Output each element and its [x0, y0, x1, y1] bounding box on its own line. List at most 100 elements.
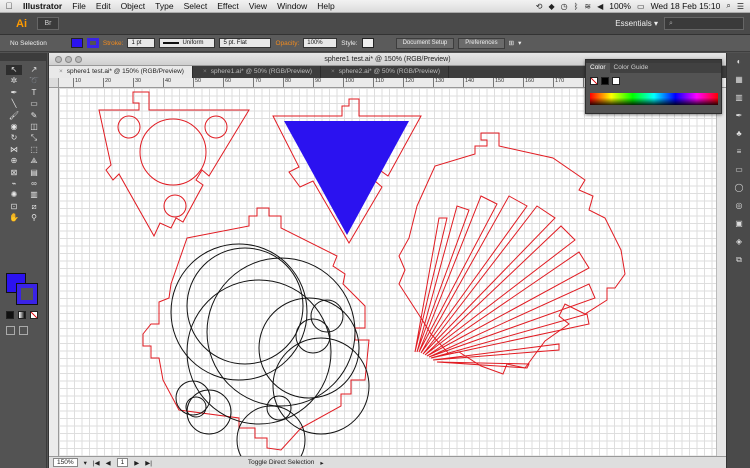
draw-normal-icon[interactable]	[6, 326, 15, 335]
clock-icon[interactable]: ◷	[561, 2, 568, 11]
stroke-label[interactable]: Stroke:	[103, 40, 124, 47]
eyedropper-tool-icon[interactable]: ⌁	[6, 179, 22, 189]
pencil-tool-icon[interactable]: ✎	[26, 111, 42, 121]
paintbrush-tool-icon[interactable]: 🖌	[6, 111, 22, 121]
document-setup-button[interactable]: Document Setup	[395, 37, 455, 49]
workspace-switcher[interactable]: Essentials ▾	[615, 19, 658, 28]
tab-sphere1[interactable]: × sphere1.ai* @ 50% (RGB/Preview)	[193, 66, 321, 78]
minimize-window-icon[interactable]	[65, 56, 72, 63]
ruler-origin[interactable]	[49, 78, 59, 88]
menu-help[interactable]: Help	[312, 1, 339, 11]
circle-shape[interactable]	[175, 380, 211, 416]
stroke-weight-field[interactable]: 1 pt	[127, 38, 156, 48]
gradient-tool-icon[interactable]: ▤	[26, 168, 42, 178]
hand-tool-icon[interactable]: ✋	[6, 213, 22, 223]
spotlight-icon[interactable]: ⌕	[726, 1, 730, 11]
rotate-tool-icon[interactable]: ↻	[6, 133, 22, 143]
brushes-icon[interactable]: ✒	[727, 107, 750, 125]
blob-brush-tool-icon[interactable]: ◉	[6, 122, 22, 132]
opacity-label[interactable]: Opacity:	[275, 40, 299, 47]
bridge-button[interactable]: Br	[37, 17, 59, 30]
stroke-panel-icon[interactable]: ≡	[727, 143, 750, 161]
zoom-level-field[interactable]: 150%	[53, 458, 78, 467]
line-tool-icon[interactable]: ╲	[6, 99, 22, 109]
circle-shape[interactable]	[185, 396, 207, 418]
selection-tool-icon[interactable]: ↖	[6, 65, 22, 76]
artboard-number-field[interactable]: 1	[116, 458, 129, 467]
artboard-tool-icon[interactable]: ⊡	[6, 202, 22, 212]
sync-icon[interactable]: ⟲	[536, 2, 543, 11]
tab-color-guide[interactable]: Color Guide	[610, 63, 653, 73]
vertical-ruler[interactable]	[49, 88, 59, 456]
mesh-tool-icon[interactable]: ⊠	[6, 168, 22, 178]
layers-icon[interactable]: ◈	[727, 233, 750, 251]
opacity-field[interactable]: 100%	[303, 38, 338, 48]
artboards-icon[interactable]: ⧉	[727, 251, 750, 269]
menu-app[interactable]: Illustrator	[18, 1, 67, 11]
gradient-mode-icon[interactable]	[18, 311, 26, 319]
zoom-tool-icon[interactable]: ⚲	[26, 213, 42, 223]
tab-sphere2[interactable]: × sphere2.ai* @ 50% (RGB/Preview)	[321, 66, 450, 78]
transparency-icon[interactable]: ◯	[727, 179, 750, 197]
pentagon-net-outline[interactable]	[142, 207, 370, 451]
menu-type[interactable]: Type	[150, 1, 178, 11]
triangle-net-outline[interactable]	[98, 91, 250, 238]
blend-tool-icon[interactable]: ∞	[26, 179, 42, 189]
circle-shape[interactable]	[117, 115, 141, 139]
appearance-icon[interactable]: ◎	[727, 197, 750, 215]
color-guide-icon[interactable]: ▦	[727, 71, 750, 89]
apple-icon[interactable]: 	[0, 1, 18, 11]
swatches-icon[interactable]: ▥	[727, 89, 750, 107]
bluetooth-icon[interactable]: ᛒ	[574, 2, 579, 11]
tab-sphere1-test[interactable]: × sphere1 test.ai* @ 150% (RGB/Preview)	[49, 66, 193, 78]
fill-swatch[interactable]	[70, 38, 83, 48]
rectangle-tool-icon[interactable]: ▭	[26, 99, 42, 109]
stroke-color-box[interactable]	[16, 283, 38, 305]
width-tool-icon[interactable]: ⋈	[6, 145, 22, 155]
circle-shape[interactable]	[258, 297, 360, 399]
none-mode-icon[interactable]	[30, 311, 38, 319]
zoom-dropdown-icon[interactable]: ▾	[84, 459, 87, 467]
stroke-swatch[interactable]	[86, 38, 99, 48]
volume-icon[interactable]: ◀	[597, 2, 603, 11]
direct-selection-tool-icon[interactable]: ↗	[26, 65, 42, 75]
color-spectrum-bar[interactable]	[590, 93, 718, 105]
circle-shape[interactable]	[272, 337, 370, 435]
color-panel-icon[interactable]: ◐	[727, 53, 750, 71]
fan-blade[interactable]	[414, 217, 448, 353]
next-artboard-icon[interactable]: ▶	[134, 459, 139, 467]
graphic-styles-icon[interactable]: ▣	[727, 215, 750, 233]
slice-tool-icon[interactable]: ⧄	[26, 202, 42, 212]
battery-percent[interactable]: 100%	[609, 1, 631, 11]
fan-blade[interactable]	[418, 195, 498, 353]
menu-object[interactable]: Object	[116, 1, 151, 11]
symbol-sprayer-tool-icon[interactable]: ✺	[6, 190, 22, 200]
menu-select[interactable]: Select	[179, 1, 213, 11]
shape-builder-tool-icon[interactable]: ⊕	[6, 156, 22, 166]
fan-blade[interactable]	[420, 195, 528, 354]
variable-width-profile[interactable]: Uniform	[159, 38, 216, 48]
status-menu-icon[interactable]: ▸	[320, 459, 323, 467]
menu-view[interactable]: View	[244, 1, 272, 11]
black-swatch[interactable]	[601, 77, 609, 85]
close-tab-icon[interactable]: ×	[203, 68, 207, 75]
panel-menu-icon[interactable]: ▾	[518, 39, 521, 47]
brush-definition[interactable]: 5 pt. Flat	[219, 38, 272, 48]
pen-tool-icon[interactable]: ✒	[6, 88, 22, 98]
graphic-style-swatch[interactable]	[361, 38, 374, 48]
color-mode-icon[interactable]	[6, 311, 14, 319]
close-window-icon[interactable]	[55, 56, 62, 63]
blue-triangle[interactable]	[284, 121, 409, 235]
notification-center-icon[interactable]: ☰	[737, 2, 744, 11]
gradient-panel-icon[interactable]: ▭	[727, 161, 750, 179]
magic-wand-tool-icon[interactable]: ✲	[6, 76, 22, 86]
lasso-tool-icon[interactable]: ➰	[26, 76, 42, 86]
help-search-input[interactable]: ⌕	[664, 17, 744, 30]
circle-shape[interactable]	[206, 257, 356, 407]
dropbox-icon[interactable]: ◆	[548, 2, 554, 11]
fan-blade[interactable]	[422, 205, 556, 355]
white-swatch[interactable]	[612, 77, 620, 85]
menu-window[interactable]: Window	[272, 1, 312, 11]
screen-mode-icon[interactable]	[19, 326, 28, 335]
fan-blade[interactable]	[416, 205, 470, 353]
